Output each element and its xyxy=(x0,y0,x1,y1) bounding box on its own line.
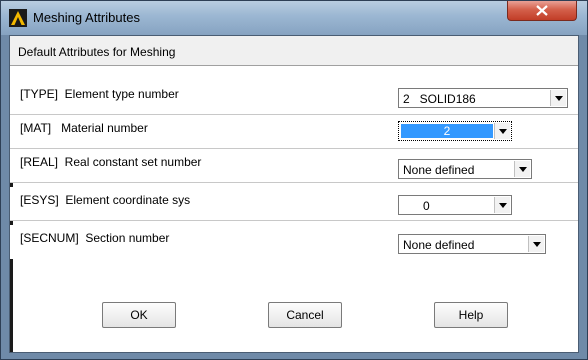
help-button[interactable]: Help xyxy=(434,302,508,328)
element-coord-value: 0 xyxy=(423,199,430,213)
ok-button[interactable]: OK xyxy=(102,302,176,328)
type-label: [TYPE] Element type number xyxy=(20,87,179,101)
window-title: Meshing Attributes xyxy=(33,10,140,25)
mat-row: [MAT] Material number 2 xyxy=(10,115,578,149)
mat-label: [MAT] Material number xyxy=(20,121,148,135)
esys-row: [ESYS] Element coordinate sys 0 xyxy=(10,187,578,221)
section-number-select[interactable]: None defined xyxy=(398,234,546,254)
element-type-select[interactable]: 2 SOLID186 xyxy=(398,88,568,108)
material-number-dropdown-button[interactable] xyxy=(494,123,510,139)
real-label: [REAL] Real constant set number xyxy=(20,155,202,169)
secnum-label: [SECNUM] Section number xyxy=(20,231,170,245)
element-coord-select[interactable]: 0 xyxy=(398,195,512,215)
real-constant-value: None defined xyxy=(403,163,475,177)
dropdown-arrow-icon xyxy=(555,96,563,101)
dropdown-arrow-icon xyxy=(533,242,541,247)
ansys-logo-icon xyxy=(9,9,27,27)
meshing-attributes-dialog: Meshing Attributes Default Attributes fo… xyxy=(0,0,588,360)
section-number-dropdown-button[interactable] xyxy=(528,236,544,252)
close-button[interactable] xyxy=(507,1,577,21)
dropdown-arrow-icon xyxy=(499,129,507,134)
secnum-row: [SECNUM] Section number None defined xyxy=(10,225,578,259)
section-header-text: Default Attributes for Meshing xyxy=(18,45,176,59)
real-constant-select[interactable]: None defined xyxy=(398,159,532,179)
cancel-button[interactable]: Cancel xyxy=(268,302,342,328)
type-row: [TYPE] Element type number 2 SOLID186 xyxy=(10,81,578,115)
dialog-body: Default Attributes for Meshing [TYPE] El… xyxy=(9,35,579,353)
dropdown-arrow-icon xyxy=(519,167,527,172)
element-type-value: 2 SOLID186 xyxy=(403,92,476,106)
section-header: Default Attributes for Meshing xyxy=(10,36,578,66)
esys-label: [ESYS] Element coordinate sys xyxy=(20,193,191,207)
close-icon xyxy=(536,5,548,16)
section-number-value: None defined xyxy=(403,238,475,252)
title-bar[interactable]: Meshing Attributes xyxy=(1,1,587,35)
real-row: [REAL] Real constant set number None def… xyxy=(10,149,578,183)
element-coord-dropdown-button[interactable] xyxy=(494,197,510,213)
material-number-select[interactable]: 2 xyxy=(398,121,512,141)
element-type-dropdown-button[interactable] xyxy=(550,90,566,106)
material-number-value: 2 xyxy=(401,124,493,138)
dropdown-arrow-icon xyxy=(499,203,507,208)
real-constant-dropdown-button[interactable] xyxy=(514,161,530,177)
